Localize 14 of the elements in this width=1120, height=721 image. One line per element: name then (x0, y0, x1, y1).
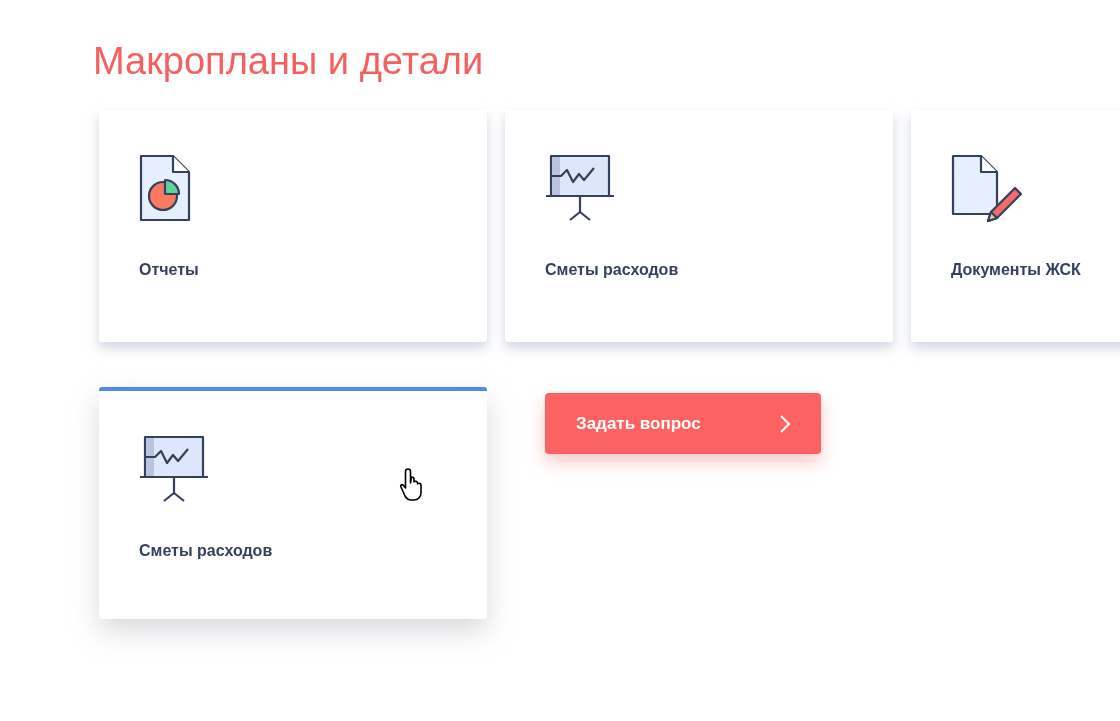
document-pencil-icon (951, 154, 1023, 222)
chevron-right-icon (780, 414, 790, 433)
presentation-board-icon (139, 435, 209, 503)
card-label: Документы ЖСК (951, 260, 1082, 280)
category-card[interactable]: Сметы расходов (99, 387, 487, 619)
report-document-icon (139, 154, 191, 222)
category-card[interactable]: Отчеты (99, 110, 487, 342)
card-label: Отчеты (139, 260, 200, 280)
category-card[interactable]: Документы ЖСК (911, 110, 1120, 342)
card-label: Сметы расходов (139, 541, 274, 561)
presentation-board-icon (545, 154, 615, 222)
card-label: Сметы расходов (545, 260, 680, 280)
page-title: Макропланы и детали (93, 39, 485, 84)
category-card[interactable]: Сметы расходов (505, 110, 893, 342)
